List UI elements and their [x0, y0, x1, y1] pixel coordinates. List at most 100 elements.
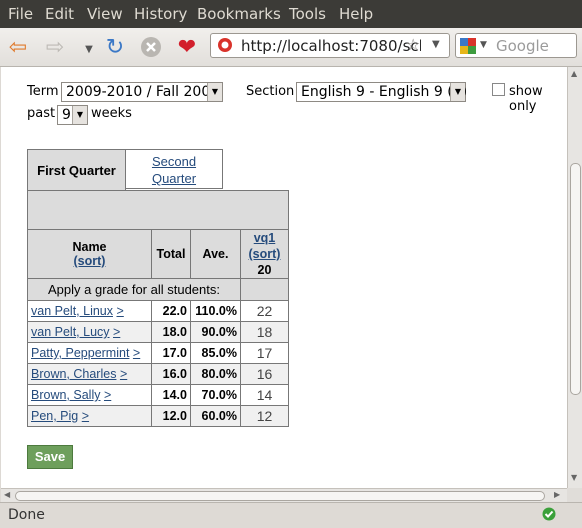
student-detail-link[interactable]: >	[133, 346, 140, 360]
chevron-down-icon: ▼	[72, 106, 87, 124]
star-icon[interactable]: ☆	[406, 35, 420, 54]
student-name-link[interactable]: van Pelt, Linux	[31, 304, 113, 318]
student-detail-link[interactable]: >	[116, 304, 123, 318]
student-total: 17.0	[151, 342, 191, 364]
tab-second-quarter-line2[interactable]: Quarter	[152, 171, 196, 186]
apply-all-label: Apply a grade for all students:	[27, 278, 241, 301]
student-grade-input[interactable]: 22	[240, 300, 289, 322]
history-dropdown-icon[interactable]: ▼	[76, 36, 102, 62]
student-name-link[interactable]: Pen, Pig	[31, 409, 78, 423]
url-text[interactable]: http://localhost:7080/scl	[241, 37, 421, 55]
student-grade-input[interactable]: 12	[240, 405, 289, 427]
student-detail-link[interactable]: >	[82, 409, 89, 423]
site-identity-icon[interactable]	[217, 37, 233, 57]
term-label: Term	[27, 84, 59, 99]
weeks-label: weeks	[91, 106, 132, 121]
url-dropdown-icon[interactable]: ▼	[432, 39, 440, 50]
weeks-select[interactable]: 9 ▼	[57, 105, 88, 125]
student-total: 16.0	[151, 363, 191, 385]
back-icon[interactable]: ⇦	[5, 34, 31, 60]
scroll-up-icon[interactable]: ▲	[571, 69, 577, 78]
menu-tools[interactable]: Tools	[289, 5, 326, 23]
student-average: 85.0%	[190, 342, 241, 364]
table-row: van Pelt, Linux >22.0 110.0% 22	[27, 300, 289, 322]
student-grade-input[interactable]: 17	[240, 342, 289, 364]
chevron-down-icon: ▼	[450, 83, 465, 101]
menu-bar: File Edit View History Bookmarks Tools H…	[0, 0, 582, 28]
reload-icon[interactable]: ↻	[102, 34, 128, 60]
student-grade-input[interactable]: 14	[240, 384, 289, 406]
table-row: van Pelt, Lucy >18.0 90.0% 18	[27, 321, 289, 343]
student-rows: van Pelt, Linux >22.0 110.0% 22 van Pelt, L…	[27, 300, 289, 427]
search-engine-icon[interactable]	[460, 38, 476, 58]
term-select-value: 2009-2010 / Fall 2009	[66, 84, 220, 100]
name-column-header: Name (sort)	[27, 229, 152, 279]
student-detail-link[interactable]: >	[113, 325, 120, 339]
bookmark-heart-icon[interactable]: ❤	[174, 34, 200, 60]
tab-first-quarter[interactable]: First Quarter	[27, 149, 126, 190]
student-name-cell: Pen, Pig >	[27, 405, 152, 427]
student-total: 22.0	[151, 300, 191, 322]
scroll-right-icon[interactable]: ▶	[554, 490, 560, 499]
student-name-cell: Brown, Sally >	[27, 384, 152, 406]
stop-icon[interactable]	[138, 34, 164, 60]
url-bar[interactable]: http://localhost:7080/scl ☆ ▼	[210, 33, 450, 58]
apply-all-grade-input[interactable]	[240, 278, 289, 301]
assignment-sort-link[interactable]: (sort)	[249, 247, 281, 261]
student-average: 80.0%	[190, 363, 241, 385]
student-grade-input[interactable]: 18	[240, 321, 289, 343]
search-bar[interactable]: ▼ Google	[455, 33, 577, 58]
student-name-link[interactable]: van Pelt, Lucy	[31, 325, 110, 339]
student-name-link[interactable]: Brown, Sally	[31, 388, 100, 402]
table-spacer-row	[27, 190, 289, 230]
menu-history[interactable]: History	[134, 5, 187, 23]
student-name-link[interactable]: Patty, Peppermint	[31, 346, 129, 360]
table-row: Brown, Sally >14.0 70.0% 14	[27, 384, 289, 406]
section-select-value: English 9 - English 9 (1)	[301, 84, 468, 100]
scroll-left-icon[interactable]: ◀	[4, 490, 10, 499]
show-only-checkbox[interactable]	[492, 83, 505, 96]
student-name-cell: van Pelt, Linux >	[27, 300, 152, 322]
student-name-link[interactable]: Brown, Charles	[31, 367, 116, 381]
forward-icon[interactable]: ⇨	[42, 34, 68, 60]
vertical-scroll-thumb[interactable]	[570, 163, 581, 395]
student-grade-input[interactable]: 16	[240, 363, 289, 385]
section-select[interactable]: English 9 - English 9 (1) ▼	[296, 82, 468, 102]
name-header-label: Name	[72, 240, 107, 254]
student-detail-link[interactable]: >	[120, 367, 127, 381]
student-total: 12.0	[151, 405, 191, 427]
menu-file[interactable]: File	[8, 5, 33, 23]
menu-bookmarks[interactable]: Bookmarks	[197, 5, 281, 23]
student-name-cell: van Pelt, Lucy >	[27, 321, 152, 343]
name-sort-link[interactable]: (sort)	[74, 254, 106, 268]
student-average: 70.0%	[190, 384, 241, 406]
gradebook-table-wrap: Name (sort) Total Ave. vq1 (sort) 20 App…	[27, 190, 289, 427]
student-detail-link[interactable]: >	[104, 388, 111, 402]
tab-second-quarter[interactable]: Second Quarter	[125, 149, 223, 189]
assignment-name-link[interactable]: vq1	[254, 231, 276, 245]
scroll-down-icon[interactable]: ▼	[571, 473, 577, 482]
page-content: Term 2009-2010 / Fall 2009 ▼ Section Eng…	[1, 67, 567, 488]
search-engine-dropdown-icon[interactable]: ▼	[480, 40, 487, 50]
tab-first-quarter-label: First Quarter	[37, 162, 116, 178]
past-label: past	[27, 106, 56, 121]
total-column-header: Total	[151, 229, 191, 279]
vertical-scrollbar[interactable]: ▲ ▼	[567, 67, 582, 488]
save-button[interactable]: Save	[27, 445, 73, 469]
menu-edit[interactable]: Edit	[45, 5, 74, 23]
horizontal-scrollbar[interactable]: ◀ ▶	[1, 488, 567, 503]
table-row: Patty, Peppermint >17.0 85.0% 17	[27, 342, 289, 364]
student-average: 110.0%	[190, 300, 241, 322]
student-name-cell: Patty, Peppermint >	[27, 342, 152, 364]
menu-view[interactable]: View	[87, 5, 123, 23]
scrollbar-corner	[567, 488, 582, 502]
navigation-toolbar: ⇦ ⇨ ▼ ↻ ❤ http://localhost:7080/scl ☆ ▼ …	[0, 28, 582, 67]
term-select[interactable]: 2009-2010 / Fall 2009 ▼	[61, 82, 223, 102]
search-input[interactable]: Google	[496, 37, 549, 55]
status-bar: Done	[0, 502, 582, 528]
menu-help[interactable]: Help	[339, 5, 373, 23]
horizontal-scroll-thumb[interactable]	[15, 491, 545, 501]
assignment-column-header: vq1 (sort) 20	[240, 229, 289, 279]
tab-second-quarter-line1[interactable]: Second	[152, 154, 196, 169]
table-row: Pen, Pig >12.0 60.0% 12	[27, 405, 289, 427]
